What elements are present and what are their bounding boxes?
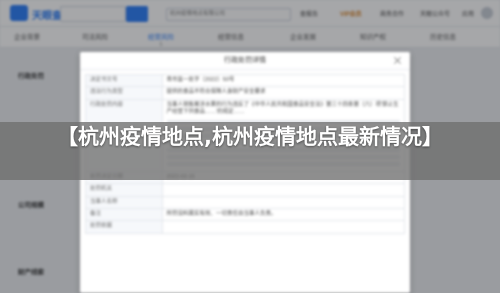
table-row: 当事人名称	[85, 195, 406, 209]
row-key: 违法行为类型	[85, 86, 163, 100]
row-key: 决定书文号	[85, 73, 163, 88]
row-value: 当事人销售案涉水果的行为违反了《中华人民共和国食品安全法》第三十四条第（六）项'…	[166, 101, 399, 116]
row-value	[161, 183, 406, 197]
table-row: 决定书文号 青市监一处字〔2022〕50号	[85, 73, 406, 88]
row-value: 提供的食品不符合保障人身财产安全要求	[161, 86, 406, 100]
close-icon[interactable]	[393, 56, 402, 65]
table-row: 备注 所罚没料属实有效、一切责任自当事人负责。	[85, 207, 406, 222]
row-value: 青市监一处字〔2022〕50号	[161, 73, 406, 88]
row-key: 处罚机关	[85, 183, 163, 197]
row-key: 处罚依据	[85, 220, 163, 234]
table-row: 违法行为类型 提供的食品不符合保障人身财产安全要求	[85, 86, 406, 100]
table-row: 处罚依据	[85, 220, 406, 234]
row-key: 备注	[85, 207, 163, 222]
row-value: 所罚没料属实有效、一切责任自当事人负责。	[161, 207, 406, 222]
row-key: 当事人名称	[85, 195, 163, 209]
row-value	[161, 220, 406, 234]
headline-text: 【杭州疫情地点,杭州疫情地点最新情况】	[57, 125, 443, 149]
table-row: 处罚机关	[85, 183, 406, 197]
row-value	[161, 195, 406, 209]
dialog-title: 行政处罚详情	[80, 52, 410, 70]
